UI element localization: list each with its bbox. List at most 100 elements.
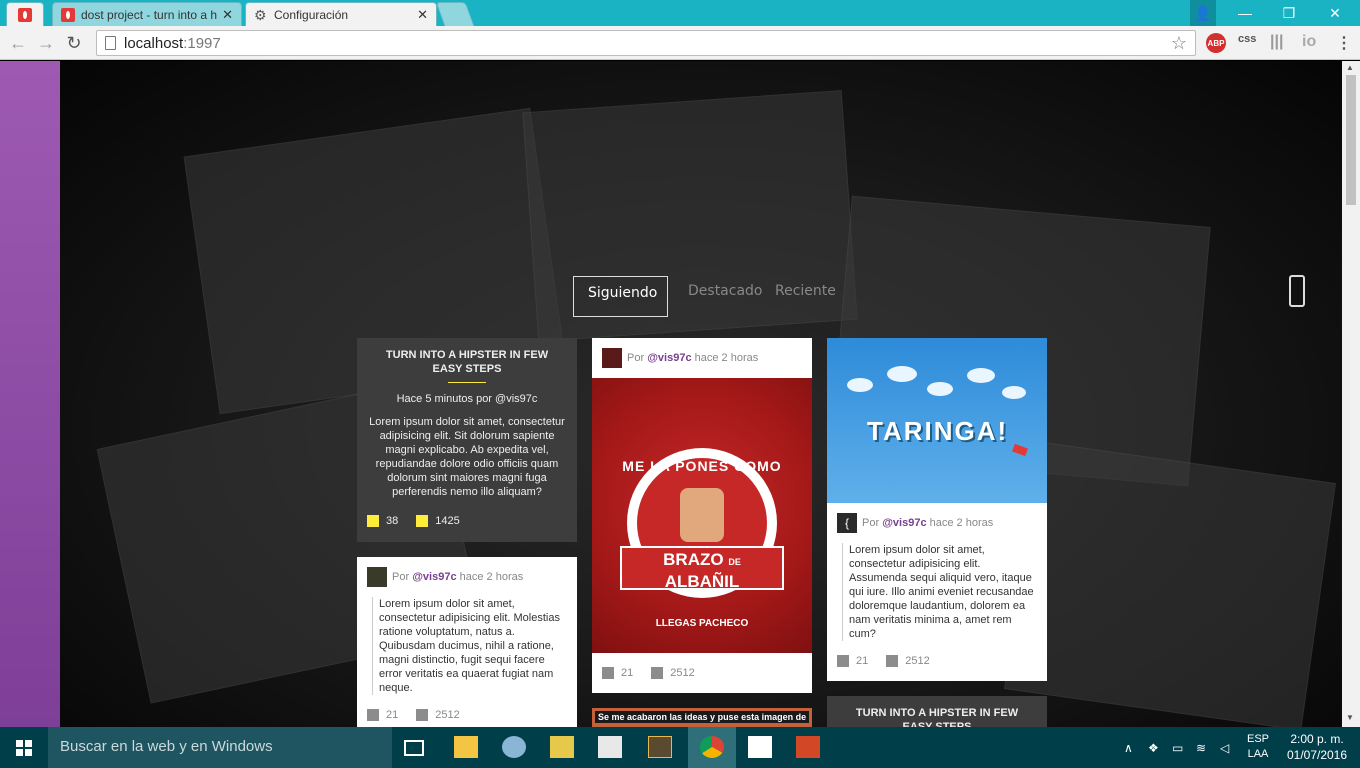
tab-label: dost project - turn into a h xyxy=(81,7,218,22)
start-button[interactable] xyxy=(0,727,48,768)
photos-icon[interactable] xyxy=(748,736,772,758)
tab-reciente[interactable]: Reciente xyxy=(775,283,836,299)
author-handle[interactable]: @vis97c xyxy=(647,352,691,364)
address-bar[interactable]: localhost:1997 ☆ xyxy=(96,30,1196,56)
sticky-notes-icon[interactable] xyxy=(550,736,574,758)
forward-arrow-icon[interactable]: → xyxy=(34,31,58,55)
mobile-device-icon[interactable] xyxy=(1289,275,1305,307)
io-extension-icon[interactable]: io xyxy=(1302,33,1316,51)
views-icon xyxy=(416,515,429,527)
bookmark-star-icon[interactable]: ☆ xyxy=(1171,33,1187,54)
comments-count: 21 xyxy=(856,655,869,667)
author-handle[interactable]: @vis97c xyxy=(882,517,926,529)
post-body: Lorem ipsum dolor sit amet, consectetur … xyxy=(842,543,1037,641)
file-explorer-icon[interactable] xyxy=(454,736,478,758)
post-card[interactable]: Por @vis97c hace 2 horas Lorem ipsum dol… xyxy=(357,557,577,727)
css-extension-icon[interactable]: css xyxy=(1238,33,1256,45)
tray-chevron-icon[interactable]: ∧ xyxy=(1124,727,1133,768)
cloud-icon xyxy=(887,366,917,382)
comments-count: 21 xyxy=(621,667,634,679)
tab-configuracion[interactable]: ⚙ Configuración ✕ xyxy=(245,2,437,26)
keyboard-layout: LAA xyxy=(1247,748,1269,760)
post-card[interactable]: TURN INTO A HIPSTER IN FEW EASY STEPS xyxy=(827,696,1047,727)
tab-dost-project[interactable]: dost project - turn into a h ✕ xyxy=(52,2,242,26)
close-icon[interactable]: ✕ xyxy=(417,7,428,23)
post-stats: 21 2512 xyxy=(837,655,948,667)
scroll-up-icon[interactable]: ▲ xyxy=(1346,63,1354,72)
post-time: hace 2 horas xyxy=(694,352,759,364)
views-stat[interactable]: 1425 xyxy=(416,515,460,527)
sublime-text-icon[interactable] xyxy=(648,736,672,758)
cloud-icon xyxy=(1002,386,1026,399)
tab-siguiendo[interactable]: Siguiendo xyxy=(573,276,668,317)
poster-top-text: ME LA PONES COMO xyxy=(622,458,782,474)
avatar[interactable] xyxy=(602,348,622,368)
fist-icon xyxy=(680,488,724,542)
minimize-button[interactable]: — xyxy=(1222,0,1268,26)
tab-label: Configuración xyxy=(274,7,349,22)
back-arrow-icon[interactable]: ← xyxy=(6,31,30,55)
post-title[interactable]: TURN INTO A HIPSTER IN FEW EASY STEPS xyxy=(827,706,1047,727)
author-row: { Por @vis97c hace 2 horas xyxy=(837,513,993,533)
clock-date: 01/07/2016 xyxy=(1286,748,1348,762)
post-title[interactable]: TURN INTO A HIPSTER IN FEW EASY STEPS xyxy=(357,348,577,376)
page-scrollbar[interactable]: ▲ ▼ xyxy=(1342,61,1360,727)
author-handle[interactable]: @vis97c xyxy=(412,571,456,583)
adblock-extension-icon[interactable]: ABP xyxy=(1206,33,1226,53)
bg-sketch xyxy=(1004,441,1336,727)
tab-destacado[interactable]: Destacado xyxy=(688,283,762,299)
views-stat[interactable]: 2512 xyxy=(416,709,460,721)
comments-stat[interactable]: 21 xyxy=(837,655,868,667)
post-time: hace 2 horas xyxy=(459,571,524,583)
battery-icon[interactable]: ▭ xyxy=(1172,727,1183,768)
cloud-icon xyxy=(967,368,995,383)
views-count: 1425 xyxy=(435,515,460,527)
reload-icon[interactable]: ↻ xyxy=(62,31,86,55)
post-card-image-banner[interactable]: Se me acabaron las ideas y puse esta ima… xyxy=(592,708,812,727)
windows-taskbar: Buscar en la web y en Windows ∧ ❖ ▭ ≋ ◁ … xyxy=(0,727,1360,768)
cloud-icon xyxy=(927,382,953,396)
comments-stat[interactable]: 21 xyxy=(602,667,633,679)
post-image[interactable]: TARINGA! xyxy=(827,338,1047,503)
task-view-icon[interactable] xyxy=(404,740,424,756)
url-port: :1997 xyxy=(183,34,221,52)
maximize-button[interactable]: ❐ xyxy=(1266,0,1312,26)
post-stats: 21 2512 xyxy=(367,709,478,721)
post-body: Lorem ipsum dolor sit amet, consectetur … xyxy=(369,416,565,498)
paint-icon[interactable] xyxy=(502,736,526,758)
chrome-menu-icon[interactable]: ⋮ xyxy=(1336,33,1352,53)
avatar[interactable] xyxy=(367,567,387,587)
new-tab-button[interactable] xyxy=(435,2,475,26)
post-card[interactable]: TURN INTO A HIPSTER IN FEW EASY STEPS Ha… xyxy=(357,338,577,542)
close-icon[interactable]: ✕ xyxy=(222,7,233,23)
chrome-icon[interactable] xyxy=(700,736,724,758)
dropbox-icon[interactable]: ❖ xyxy=(1148,727,1159,768)
poster-banner-text2: ALBAÑIL xyxy=(664,572,740,591)
user-profile-icon[interactable]: 👤 xyxy=(1190,0,1216,26)
views-stat[interactable]: 2512 xyxy=(886,655,930,667)
comments-stat[interactable]: 21 xyxy=(367,709,398,721)
scroll-thumb[interactable] xyxy=(1346,75,1356,205)
taskbar-search-input[interactable]: Buscar en la web y en Windows xyxy=(48,727,392,768)
views-stat[interactable]: 2512 xyxy=(651,667,695,679)
post-image[interactable]: ME LA PONES COMO BRAZO DE ALBAÑIL LLEGAS… xyxy=(592,378,812,653)
post-time: hace 2 horas xyxy=(929,517,994,529)
taskbar-clock[interactable]: 2:00 p. m. 01/07/2016 xyxy=(1282,731,1352,763)
tab-pinned[interactable] xyxy=(6,2,44,26)
language-indicator[interactable]: ESP LAA xyxy=(1244,732,1272,762)
poster-banner: BRAZO DE ALBAÑIL xyxy=(620,546,784,591)
wifi-icon[interactable]: ≋ xyxy=(1196,727,1206,768)
scroll-down-icon[interactable]: ▼ xyxy=(1346,713,1354,722)
volume-icon[interactable]: ◁ xyxy=(1220,727,1229,768)
powerpoint-icon[interactable] xyxy=(796,736,820,758)
app-favicon-icon xyxy=(61,7,75,22)
app-window-icon[interactable] xyxy=(598,736,622,758)
close-window-button[interactable]: ✕ xyxy=(1312,0,1358,26)
post-stats: 21 2512 xyxy=(602,667,713,679)
banner-caption: Se me acabaron las ideas y puse esta ima… xyxy=(595,711,809,723)
braces-icon[interactable]: { xyxy=(837,513,857,533)
comments-stat[interactable]: 38 xyxy=(367,515,398,527)
post-body: Lorem ipsum dolor sit amet, consectetur … xyxy=(372,597,567,695)
library-extension-icon[interactable]: ||| xyxy=(1270,33,1283,51)
comments-icon xyxy=(367,709,379,721)
